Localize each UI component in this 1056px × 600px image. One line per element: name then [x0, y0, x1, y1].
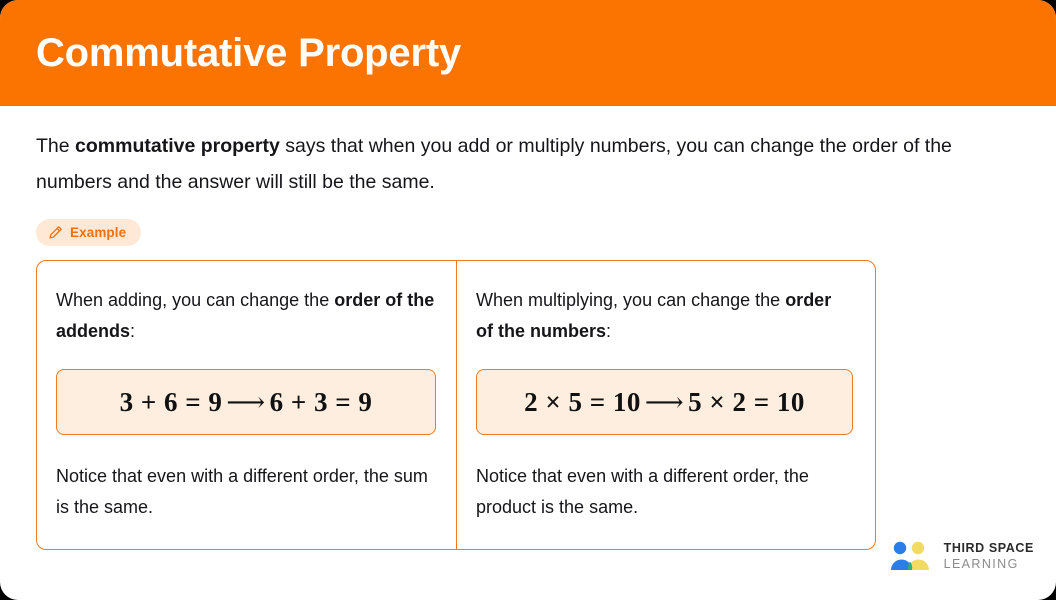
- addition-lead-part2: :: [130, 321, 136, 341]
- addition-equation-box: 3 + 6 = 9 ⟶ 6 + 3 = 9: [56, 369, 436, 435]
- intro-text-part1: The: [36, 135, 76, 157]
- addition-lead-text: When adding, you can change the order of…: [56, 285, 436, 347]
- brand-logo: THIRD SPACE LEARNING: [887, 540, 1034, 572]
- multiplication-equation-left: 2 × 5 = 10: [524, 386, 641, 417]
- header-bar: Commutative Property: [0, 0, 1056, 106]
- multiplication-lead-part2: :: [606, 321, 612, 341]
- third-space-learning-logo-icon: [890, 541, 929, 570]
- addition-equation-left: 3 + 6 = 9: [119, 386, 223, 417]
- multiplication-equation: 2 × 5 = 10 ⟶ 5 × 2 = 10: [524, 387, 805, 418]
- addition-equation-arrow: ⟶: [226, 386, 266, 417]
- multiplication-lead-text: When multiplying, you can change the ord…: [476, 285, 853, 347]
- example-column-addition: When adding, you can change the order of…: [37, 261, 456, 549]
- intro-paragraph: The commutative property says that when …: [36, 106, 1020, 200]
- addition-equation: 3 + 6 = 9 ⟶ 6 + 3 = 9: [120, 387, 373, 418]
- multiplication-equation-right: 5 × 2 = 10: [688, 386, 805, 417]
- intro-text-bold: commutative property: [75, 135, 280, 157]
- example-badge-label: Example: [70, 225, 127, 240]
- logo-name-top: THIRD SPACE: [943, 541, 1034, 555]
- lesson-card: Commutative Property The commutative pro…: [0, 0, 1056, 600]
- logo-wordmark: THIRD SPACE LEARNING: [944, 542, 1034, 570]
- content-area: The commutative property says that when …: [0, 106, 1056, 550]
- example-badge: Example: [36, 219, 142, 246]
- multiplication-equation-arrow: ⟶: [644, 386, 685, 417]
- addition-note: Notice that even with a different order,…: [56, 466, 428, 517]
- multiplication-equation-box: 2 × 5 = 10 ⟶ 5 × 2 = 10: [476, 369, 853, 435]
- example-box: When adding, you can change the order of…: [36, 260, 876, 550]
- addition-equation-right: 6 + 3 = 9: [269, 386, 373, 417]
- logo-name-bottom: LEARNING: [943, 556, 1019, 571]
- multiplication-lead-part1: When multiplying, you can change the: [476, 290, 786, 310]
- pencil-icon: [49, 226, 62, 239]
- addition-lead-part1: When adding, you can change the: [56, 290, 335, 310]
- example-column-multiplication: When multiplying, you can change the ord…: [456, 261, 875, 549]
- page-title: Commutative Property: [36, 31, 461, 75]
- multiplication-note: Notice that even with a different order,…: [476, 466, 809, 517]
